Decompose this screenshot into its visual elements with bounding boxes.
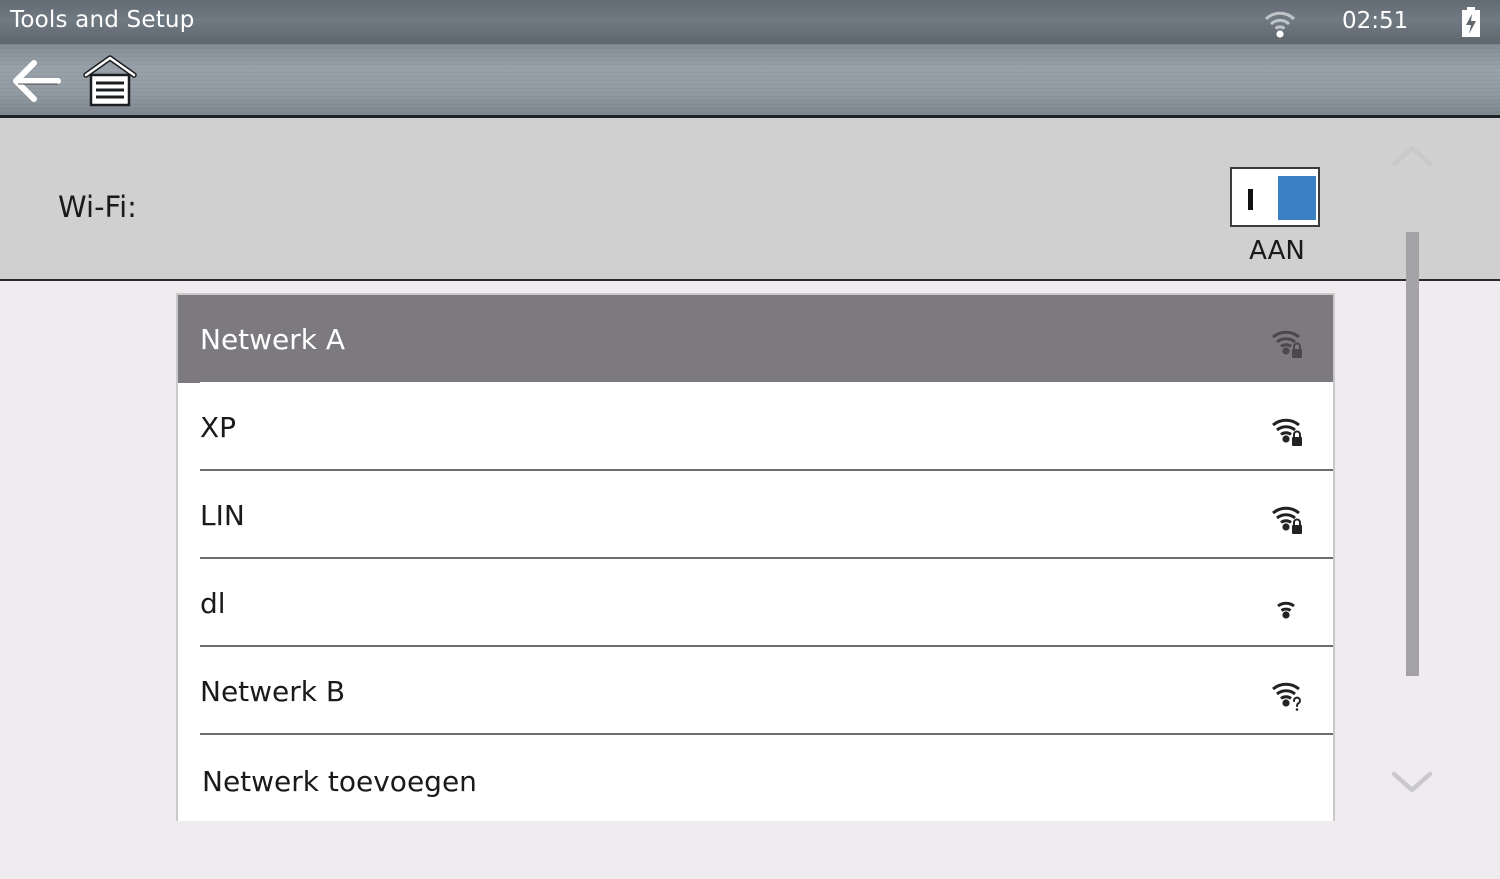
- network-item[interactable]: LIN: [178, 471, 1333, 559]
- clock: 02:51: [1342, 8, 1409, 34]
- network-name: XP: [200, 411, 237, 444]
- network-name: Netwerk A: [200, 323, 346, 356]
- wifi-locked-icon: [1272, 330, 1302, 358]
- network-item[interactable]: XP: [178, 383, 1333, 471]
- wifi-unknown-icon: [1272, 682, 1301, 711]
- add-network-label: Netwerk toevoegen: [202, 765, 477, 798]
- toolbar: [0, 44, 1500, 118]
- network-item[interactable]: Netwerk B: [178, 647, 1333, 735]
- scrollbar[interactable]: [1406, 232, 1419, 676]
- network-list: Netwerk A XP LIN dl Netwerk B Netwerk to…: [176, 293, 1335, 821]
- chevron-down-icon[interactable]: [1389, 768, 1435, 798]
- app-title: Tools and Setup: [10, 7, 195, 33]
- network-item[interactable]: dl: [178, 559, 1333, 647]
- wifi-label: Wi-Fi:: [58, 190, 137, 224]
- wifi-toggle[interactable]: [1230, 167, 1320, 227]
- wifi-locked-icon: [1272, 418, 1302, 446]
- wifi-locked-icon: [1272, 506, 1302, 534]
- back-arrow-icon[interactable]: [8, 53, 64, 109]
- garage-home-icon[interactable]: [82, 53, 138, 109]
- network-name: LIN: [200, 499, 245, 532]
- network-name: dl: [200, 587, 226, 620]
- wifi-toggle-state: AAN: [1249, 236, 1305, 266]
- wifi-weak-icon: [1277, 601, 1295, 619]
- chevron-up-icon[interactable]: [1389, 140, 1435, 170]
- toggle-knob: [1278, 176, 1316, 220]
- network-name: Netwerk B: [200, 675, 346, 708]
- toggle-on-mark: [1248, 189, 1253, 210]
- battery-charging-icon: [1462, 7, 1480, 37]
- status-bar: Tools and Setup 02:51: [0, 0, 1500, 44]
- add-network-button[interactable]: Netwerk toevoegen: [178, 735, 1333, 821]
- wifi-icon: [1264, 11, 1296, 38]
- wifi-settings-header: Wi-Fi: AAN: [0, 118, 1500, 281]
- network-item[interactable]: Netwerk A: [178, 295, 1333, 383]
